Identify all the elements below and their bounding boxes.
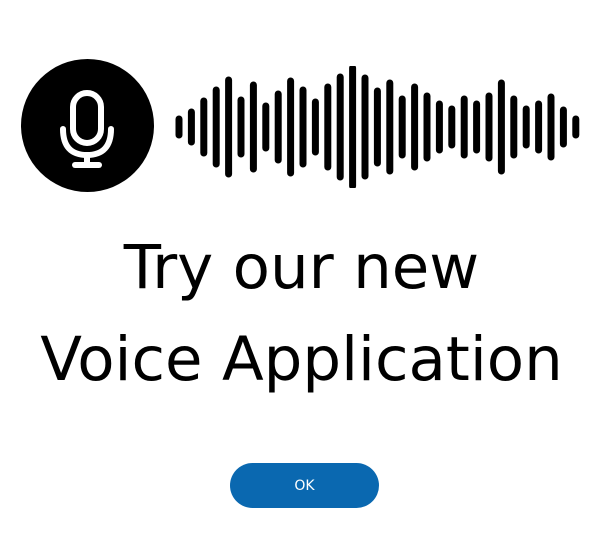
ok-button[interactable]: OK <box>230 463 379 508</box>
audio-waveform-icon <box>175 66 580 188</box>
headline-line-1: Try our new <box>123 232 480 303</box>
microphone-icon <box>21 59 154 192</box>
headline: Try our new Voice Application <box>0 222 603 406</box>
microphone-glyph <box>60 90 114 168</box>
headline-line-2: Voice Application <box>40 324 563 395</box>
